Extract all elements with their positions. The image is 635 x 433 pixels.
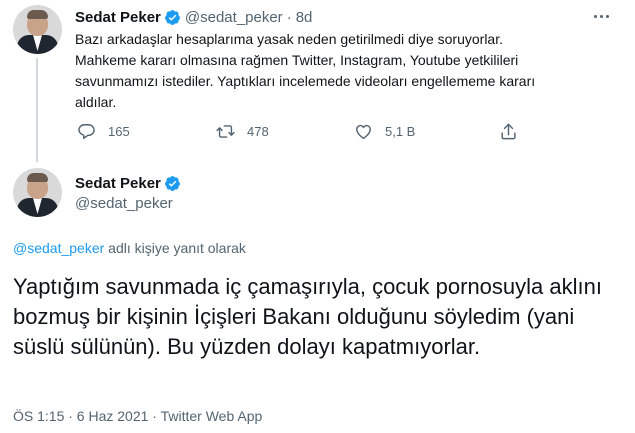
- more-options-icon[interactable]: [589, 6, 613, 26]
- replying-to-label: adlı kişiye yanıt olarak: [104, 240, 246, 256]
- author-handle[interactable]: @sedat_peker: [185, 9, 283, 26]
- avatar[interactable]: [13, 5, 62, 54]
- reply-count: 165: [108, 124, 130, 139]
- author-name[interactable]: Sedat Peker: [75, 175, 161, 192]
- reply-icon: [78, 124, 95, 139]
- like-count: 5,1 B: [385, 124, 416, 139]
- thread-connector-line: [36, 58, 38, 162]
- share-icon: [501, 123, 516, 140]
- retweet-button[interactable]: 478: [216, 122, 269, 141]
- author-handle[interactable]: @sedat_peker: [75, 195, 181, 212]
- reply-header: Sedat Peker @sedat_peker: [75, 175, 181, 212]
- tweet-time[interactable]: 8d: [296, 9, 313, 26]
- tweet-parent[interactable]: Sedat Peker @sedat_peker · 8d Bazı arkad…: [0, 0, 635, 162]
- separator-dot: ·: [286, 9, 292, 26]
- like-button[interactable]: 5,1 B: [354, 122, 415, 141]
- reply-button[interactable]: 165: [77, 122, 130, 141]
- tweet-timestamp-source[interactable]: ÖS 1:15 · 6 Haz 2021 · Twitter Web App: [13, 408, 262, 424]
- avatar[interactable]: [13, 168, 62, 217]
- author-name[interactable]: Sedat Peker: [75, 9, 161, 26]
- tweet-header: Sedat Peker @sedat_peker · 8d: [75, 9, 312, 26]
- like-icon: [356, 124, 371, 139]
- tweet-action-bar: 165 478 5,1 B: [75, 122, 525, 146]
- replying-to-line: @sedat_peker adlı kişiye yanıt olarak: [13, 240, 246, 256]
- retweet-icon: [216, 125, 235, 138]
- share-button[interactable]: [499, 122, 518, 141]
- verified-badge-icon: [164, 10, 180, 25]
- retweet-count: 478: [247, 124, 269, 139]
- tweet-text: Bazı arkadaşlar hesaplarıma yasak neden …: [75, 31, 536, 110]
- verified-badge-icon: [164, 176, 180, 191]
- replying-to-mention[interactable]: @sedat_peker: [13, 240, 104, 256]
- reply-text: Yaptığım savunmada iç çamaşırıyla, çocuk…: [13, 274, 602, 359]
